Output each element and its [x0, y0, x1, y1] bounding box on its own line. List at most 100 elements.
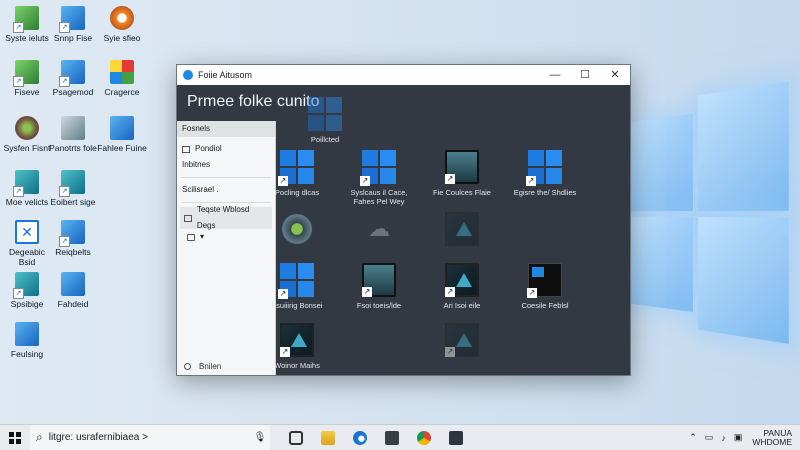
store-button[interactable] — [376, 425, 408, 450]
file-explorer-button[interactable] — [312, 425, 344, 450]
desktop-icon[interactable]: Syie sfieo — [95, 6, 149, 43]
app-icon — [13, 6, 39, 33]
settings-icon — [184, 363, 191, 370]
chevron-up-icon[interactable]: ⌃ — [689, 432, 697, 443]
task-view-icon — [289, 430, 303, 445]
network-icon[interactable]: ▭ — [705, 432, 714, 443]
image-icon — [445, 212, 479, 246]
window-titlebar[interactable]: Foiie Aitusom — ☐ ✕ — [177, 65, 630, 85]
app-icon — [449, 430, 463, 445]
taskbar-search[interactable]: ⌕ litgre: usrafernibiaea > 🎙 — [30, 424, 270, 450]
shortcut-icon: ↗ — [445, 287, 455, 297]
file-tile[interactable] — [339, 212, 419, 250]
expand-chevron-icon[interactable]: ▾ — [200, 229, 204, 245]
taskbar-apps — [280, 425, 472, 450]
app-icon — [59, 220, 85, 247]
cube-icon — [110, 116, 134, 140]
windows-app-icon: ↗ — [278, 150, 314, 186]
tools-icon — [61, 116, 85, 140]
desktop-icon[interactable]: Fahlee Fuine — [95, 116, 149, 153]
chrome-button[interactable] — [408, 425, 440, 450]
monitor-icon: ↗ — [445, 150, 479, 184]
start-button[interactable] — [0, 425, 30, 450]
app-icon — [15, 322, 39, 346]
file-tile[interactable]: ↗ Woinor Maihs — [257, 323, 337, 370]
gear-icon — [280, 212, 314, 246]
sidebar-item-label: Pondiol — [195, 144, 222, 153]
file-tile-label: Fie Coulces Flaie — [433, 188, 491, 197]
folder-icon — [321, 430, 335, 445]
desktop-icon-label: Spsibige — [10, 299, 44, 309]
tray-clock[interactable]: PANUA WHDOME — [752, 428, 792, 447]
app-icon — [59, 60, 85, 87]
desktop-icon[interactable]: Feulsing — [0, 322, 54, 359]
app-icon — [59, 6, 85, 33]
shortcut-icon: ↗ — [280, 347, 290, 357]
chrome-browser-icon — [417, 430, 431, 445]
window-app-icon: ↗ — [527, 263, 562, 298]
sidebar-item-label: Inbitnes — [182, 160, 211, 169]
file-tile[interactable] — [422, 212, 502, 250]
cloud-icon — [362, 212, 396, 246]
file-grid: Poillcted ↗ Pocling dlcas ↗ Syslcaus il … — [272, 85, 631, 375]
desktop-icon-label: Snnp Fise — [53, 33, 93, 43]
file-tile[interactable]: ↗ Coesile Feblsl — [505, 263, 585, 310]
desktop-icon-label: Psagemod — [52, 87, 94, 97]
close-button[interactable]: ✕ — [600, 65, 630, 85]
desktop-icon[interactable]: Cragerce — [95, 60, 149, 97]
desktop-icon[interactable]: Eoibert sige — [46, 170, 100, 207]
shortcut-icon: ↗ — [526, 176, 536, 186]
wallpaper-windows-logo — [628, 81, 789, 344]
file-tile[interactable]: Poillcted — [285, 97, 365, 144]
windows-app-icon: ↗ — [526, 150, 562, 186]
edge-button[interactable] — [344, 425, 376, 450]
app-button[interactable] — [440, 425, 472, 450]
desktop-icon[interactable]: Fahdeid — [46, 272, 100, 309]
microphone-icon[interactable]: 🎙 — [250, 432, 270, 443]
file-tile-label: Poillcted — [310, 135, 340, 144]
windows-logo-icon — [9, 431, 21, 444]
file-tile[interactable]: ↗ Fsuiiirig Bonsei — [257, 263, 337, 310]
volume-icon[interactable]: ♪ — [721, 433, 726, 443]
file-tile-label: Syslcaus il Cace, Fahes Pel Wey — [350, 188, 408, 206]
file-tile[interactable]: ↗ Pocling dlcas — [257, 150, 337, 197]
desktop-icon[interactable]: Reiqbelts — [46, 220, 100, 257]
shortcut-icon: ↗ — [360, 176, 370, 186]
windows-app-icon — [308, 97, 342, 131]
maximize-button[interactable]: ☐ — [570, 65, 600, 85]
file-tile[interactable]: ↗ Syslcaus il Cace, Fahes Pel Wey — [339, 150, 419, 206]
desktop-icon-label: Panotrts fole — [49, 143, 97, 153]
message-icon[interactable]: ▣ — [734, 432, 743, 443]
search-input[interactable]: litgre: usrafernibiaea > — [49, 432, 250, 443]
globe-icon — [15, 116, 39, 140]
file-tile-label: Coesile Feblsl — [521, 301, 569, 310]
folder-icon — [182, 145, 190, 153]
desktop-icon[interactable]: Snnp Fise — [46, 6, 100, 43]
sidebar-section-header[interactable]: Fosnels — [177, 121, 275, 137]
file-tile[interactable]: ↗ Fie Coulces Flaie — [422, 150, 502, 197]
shortcut-icon: ↗ — [445, 347, 455, 357]
desktop-icon-label: Moe velicts — [5, 197, 49, 207]
app-icon — [13, 170, 39, 197]
gear-icon — [110, 6, 134, 30]
desktop-icon[interactable]: Psagemod — [46, 60, 100, 97]
shortcut-icon: ↗ — [362, 287, 372, 297]
close-icon — [15, 220, 39, 244]
file-tile[interactable]: ↗ Fsoi toeis/lde — [339, 263, 419, 310]
search-icon: ⌕ — [36, 430, 43, 444]
task-view-button[interactable] — [280, 425, 312, 450]
app-logo-icon — [183, 70, 193, 80]
shortcut-icon: ↗ — [278, 176, 288, 186]
shortcut-icon: ↗ — [278, 289, 288, 299]
file-tile[interactable]: ↗ Ari Isoi eile — [422, 263, 502, 310]
file-tile[interactable] — [257, 212, 337, 250]
file-tile[interactable]: ↗ — [422, 323, 502, 361]
image-icon: ↗ — [445, 323, 479, 357]
windows-app-icon: ↗ — [278, 263, 314, 299]
desktop-icon-label: Cragerce — [104, 87, 140, 97]
desktop-icon[interactable]: Panotrts fole — [46, 116, 100, 153]
file-tile-label: Pocling dlcas — [274, 188, 320, 197]
minimize-button[interactable]: — — [540, 65, 570, 85]
cube-icon — [110, 60, 134, 84]
file-tile[interactable]: ↗ Egisre the/ Shdlies — [505, 150, 585, 197]
